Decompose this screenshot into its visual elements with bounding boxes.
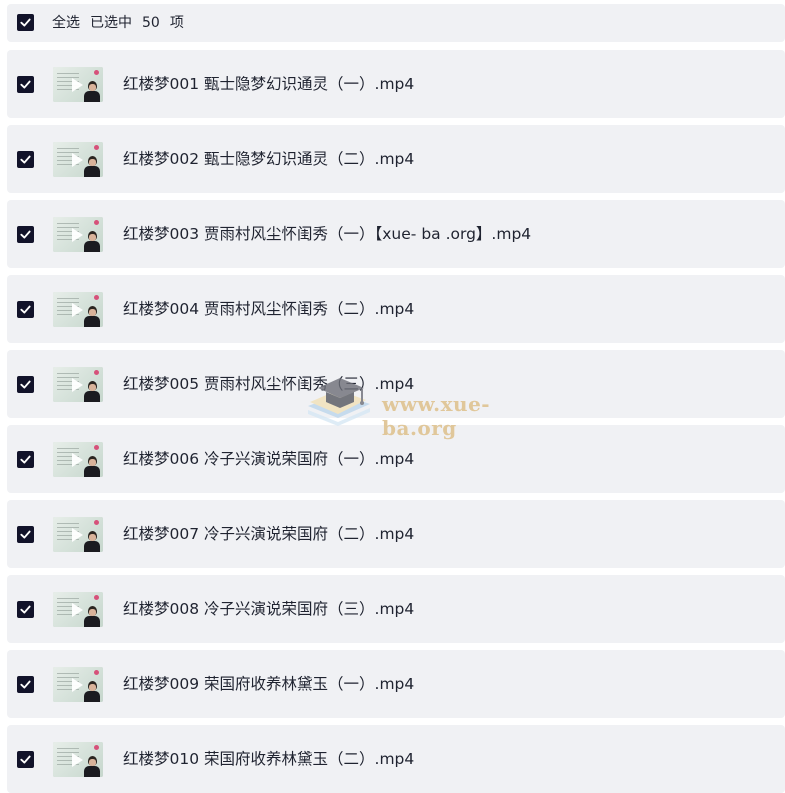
video-thumbnail[interactable] bbox=[53, 367, 103, 402]
file-row[interactable]: 红楼梦002 甄士隐梦幻识通灵（二）.mp4 bbox=[7, 125, 785, 193]
video-thumbnail[interactable] bbox=[53, 67, 103, 102]
checkmark-icon bbox=[20, 305, 31, 314]
file-checkbox[interactable] bbox=[17, 601, 34, 618]
thumbnail-accent bbox=[94, 595, 99, 600]
file-checkbox[interactable] bbox=[17, 526, 34, 543]
file-row[interactable]: 红楼梦006 冷子兴演说荣国府（一）.mp4 bbox=[7, 425, 785, 493]
file-checkbox[interactable] bbox=[17, 151, 34, 168]
file-row[interactable]: 红楼梦009 荣国府收养林黛玉（一）.mp4 bbox=[7, 650, 785, 718]
file-name[interactable]: 红楼梦006 冷子兴演说荣国府（一）.mp4 bbox=[123, 425, 414, 493]
video-thumbnail[interactable] bbox=[53, 592, 103, 627]
thumbnail-presenter bbox=[84, 305, 100, 327]
checkmark-icon bbox=[20, 80, 31, 89]
selected-unit: 项 bbox=[169, 15, 184, 31]
file-checkbox[interactable] bbox=[17, 76, 34, 93]
thumbnail-presenter bbox=[84, 680, 100, 702]
checkmark-icon bbox=[20, 455, 31, 464]
checkmark-icon bbox=[20, 380, 31, 389]
video-thumbnail[interactable] bbox=[53, 667, 103, 702]
file-row[interactable]: 红楼梦005 贾雨村风尘怀闺秀（三）.mp4 bbox=[7, 350, 785, 418]
file-row[interactable]: 红楼梦007 冷子兴演说荣国府（二）.mp4 bbox=[7, 500, 785, 568]
thumbnail-accent bbox=[94, 370, 99, 375]
file-name[interactable]: 红楼梦009 荣国府收养林黛玉（一）.mp4 bbox=[123, 650, 414, 718]
file-row[interactable]: 红楼梦008 冷子兴演说荣国府（三）.mp4 bbox=[7, 575, 785, 643]
play-icon bbox=[72, 603, 83, 617]
file-checkbox[interactable] bbox=[17, 301, 34, 318]
select-all-checkbox[interactable] bbox=[17, 14, 34, 31]
checkmark-icon bbox=[20, 18, 31, 27]
file-name[interactable]: 红楼梦005 贾雨村风尘怀闺秀（三）.mp4 bbox=[123, 350, 414, 418]
video-thumbnail[interactable] bbox=[53, 742, 103, 777]
play-icon bbox=[72, 378, 83, 392]
thumbnail-accent bbox=[94, 745, 99, 750]
thumbnail-accent bbox=[94, 70, 99, 75]
selected-prefix: 已选中 bbox=[90, 15, 132, 31]
select-all-label[interactable]: 全选 bbox=[52, 15, 80, 31]
play-icon bbox=[72, 453, 83, 467]
file-name[interactable]: 红楼梦010 荣国府收养林黛玉（二）.mp4 bbox=[123, 725, 414, 793]
play-icon bbox=[72, 528, 83, 542]
video-thumbnail[interactable] bbox=[53, 142, 103, 177]
file-name[interactable]: 红楼梦007 冷子兴演说荣国府（二）.mp4 bbox=[123, 500, 414, 568]
play-icon bbox=[72, 78, 83, 92]
thumbnail-accent bbox=[94, 520, 99, 525]
video-thumbnail[interactable] bbox=[53, 217, 103, 252]
file-row[interactable]: 红楼梦010 荣国府收养林黛玉（二）.mp4 bbox=[7, 725, 785, 793]
thumbnail-presenter bbox=[84, 755, 100, 777]
thumbnail-presenter bbox=[84, 230, 100, 252]
selection-summary: 全选 已选中 50 项 bbox=[52, 4, 194, 42]
play-icon bbox=[72, 153, 83, 167]
thumbnail-presenter bbox=[84, 80, 100, 102]
file-row[interactable]: 红楼梦004 贾雨村风尘怀闺秀（二）.mp4 bbox=[7, 275, 785, 343]
thumbnail-presenter bbox=[84, 455, 100, 477]
thumbnail-presenter bbox=[84, 605, 100, 627]
checkmark-icon bbox=[20, 155, 31, 164]
thumbnail-accent bbox=[94, 445, 99, 450]
file-row[interactable]: 红楼梦003 贾雨村风尘怀闺秀（一）【xue- ba .org】.mp4 bbox=[7, 200, 785, 268]
checkmark-icon bbox=[20, 680, 31, 689]
file-checkbox[interactable] bbox=[17, 226, 34, 243]
play-icon bbox=[72, 678, 83, 692]
file-name[interactable]: 红楼梦001 甄士隐梦幻识通灵（一）.mp4 bbox=[123, 50, 414, 118]
file-name[interactable]: 红楼梦003 贾雨村风尘怀闺秀（一）【xue- ba .org】.mp4 bbox=[123, 200, 531, 268]
select-all-bar: 全选 已选中 50 项 bbox=[7, 4, 785, 42]
thumbnail-accent bbox=[94, 220, 99, 225]
thumbnail-accent bbox=[94, 145, 99, 150]
play-icon bbox=[72, 303, 83, 317]
file-row[interactable]: 红楼梦001 甄士隐梦幻识通灵（一）.mp4 bbox=[7, 50, 785, 118]
file-checkbox[interactable] bbox=[17, 376, 34, 393]
checkmark-icon bbox=[20, 755, 31, 764]
thumbnail-accent bbox=[94, 295, 99, 300]
file-name[interactable]: 红楼梦008 冷子兴演说荣国府（三）.mp4 bbox=[123, 575, 414, 643]
selected-count: 50 bbox=[142, 15, 160, 31]
video-thumbnail[interactable] bbox=[53, 442, 103, 477]
file-checkbox[interactable] bbox=[17, 676, 34, 693]
play-icon bbox=[72, 228, 83, 242]
file-checkbox[interactable] bbox=[17, 451, 34, 468]
file-name[interactable]: 红楼梦002 甄士隐梦幻识通灵（二）.mp4 bbox=[123, 125, 414, 193]
video-thumbnail[interactable] bbox=[53, 292, 103, 327]
file-name[interactable]: 红楼梦004 贾雨村风尘怀闺秀（二）.mp4 bbox=[123, 275, 414, 343]
checkmark-icon bbox=[20, 605, 31, 614]
thumbnail-presenter bbox=[84, 380, 100, 402]
checkmark-icon bbox=[20, 530, 31, 539]
thumbnail-presenter bbox=[84, 530, 100, 552]
thumbnail-accent bbox=[94, 670, 99, 675]
checkmark-icon bbox=[20, 230, 31, 239]
file-checkbox[interactable] bbox=[17, 751, 34, 768]
video-thumbnail[interactable] bbox=[53, 517, 103, 552]
thumbnail-presenter bbox=[84, 155, 100, 177]
